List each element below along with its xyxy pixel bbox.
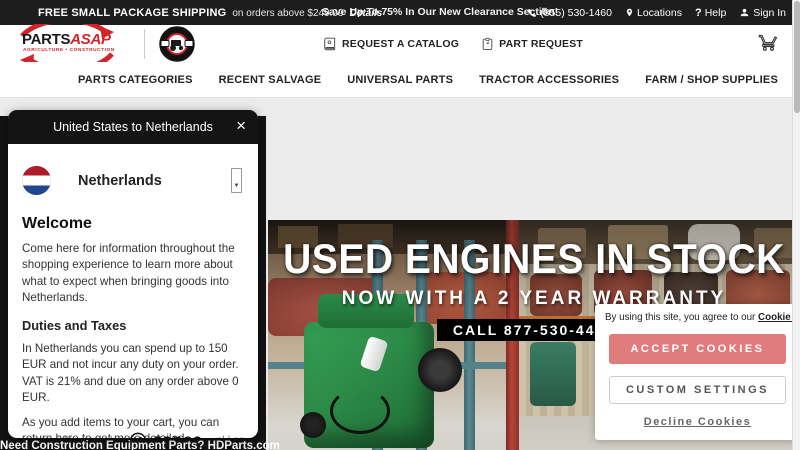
scrollbar-thumb[interactable] [794,1,800,113]
cookie-message: By using this site, you agree to our Coo… [605,312,790,323]
partsasap-logo[interactable]: PARTSASAP AGRICULTURE • CONSTRUCTION [14,27,122,61]
sign-in-label: Sign In [753,7,786,19]
locale-switcher[interactable]: nl | en [217,434,245,438]
nav-universal-parts[interactable]: UNIVERSAL PARTS [347,74,453,86]
brand-tagline: AGRICULTURE • CONSTRUCTION [23,48,115,53]
page: FREE SMALL PACKAGE SHIPPING on orders ab… [0,0,800,450]
nav-farm-shop-supplies[interactable]: FARM / SHOP SUPPLIES [645,74,778,86]
netherlands-flag-icon [22,166,51,195]
geo-modal-header: United States to Netherlands × [8,110,258,144]
zonos-wordmark: zonos [154,432,203,438]
nav-tractor-accessories[interactable]: TRACTOR ACCESSORIES [479,74,619,86]
zonos-logo-icon [129,432,147,438]
nav-recent-salvage[interactable]: RECENT SALVAGE [219,74,322,86]
shipping-promo-bold: FREE SMALL PACKAGE SHIPPING [38,7,226,19]
chevron-down-icon: ▼ [234,180,240,192]
all-states-ag-parts-badge[interactable] [159,26,195,62]
help-icon: ? [695,7,702,19]
accept-cookies-button[interactable]: ACCEPT COOKIES [609,334,786,364]
clipboard-icon [481,37,494,51]
powered-by-label: Powered by [64,435,122,438]
header-divider [144,29,145,59]
help-link[interactable]: ? Help [695,7,726,19]
geo-modal-title: United States to Netherlands [53,120,213,134]
request-catalog-button[interactable]: REQUEST A CATALOG [323,37,459,51]
user-icon [739,7,750,18]
phone-number: (855) 530-1460 [540,7,612,19]
country-name: Netherlands [78,173,162,189]
help-label: Help [705,7,727,19]
decline-cookies-link[interactable]: Decline Cookies [605,416,790,428]
badge-icon [159,26,195,62]
main-nav: PARTS CATEGORIES RECENT SALVAGE UNIVERSA… [0,62,800,97]
geo-modal: United States to Netherlands × Netherlan… [8,110,258,438]
duties-paragraph: In Netherlands you can spend up to 150 E… [22,341,244,407]
custom-settings-button[interactable]: CUSTOM SETTINGS [609,376,786,404]
country-select-dropdown[interactable]: ▼ [231,168,242,193]
locations-label: Locations [637,7,682,19]
cart-icon [758,33,778,52]
welcome-paragraph: Come here for information throughout the… [22,241,244,307]
brand-name: PARTS [22,31,70,48]
brand-accent: ASAP [70,31,110,48]
country-selector-row: Netherlands ▼ [22,166,244,195]
request-catalog-label: REQUEST A CATALOG [342,38,459,50]
clearance-promo[interactable]: Save Up To 75% In Our New Clearance Sect… [322,6,558,18]
hero-title: USED ENGINES IN STOCK [268,238,800,282]
hdparts-banner[interactable]: Need Construction Equipment Parts? HDPar… [0,440,266,450]
welcome-heading: Welcome [22,215,244,233]
phone-icon [527,8,537,18]
cookie-message-text: By using this site, you agree to our [605,312,755,323]
sign-in-link[interactable]: Sign In [739,7,786,19]
site-header: PARTSASAP AGRICULTURE • CONSTRUCTION REQ… [0,25,800,62]
page-scrollbar[interactable] [792,0,800,450]
close-icon[interactable]: × [236,116,246,136]
top-announcement-bar: FREE SMALL PACKAGE SHIPPING on orders ab… [0,0,800,25]
location-pin-icon [625,7,634,18]
nav-parts-categories[interactable]: PARTS CATEGORIES [78,74,193,86]
locations-link[interactable]: Locations [625,7,682,19]
cookie-banner: By using this site, you agree to our Coo… [595,304,800,440]
part-request-button[interactable]: PART REQUEST [481,37,583,51]
duties-heading: Duties and Taxes [22,318,244,333]
catalog-book-icon [323,37,337,51]
part-request-label: PART REQUEST [499,38,583,50]
cart-button[interactable] [758,33,778,57]
phone-link[interactable]: (855) 530-1460 [527,7,612,19]
